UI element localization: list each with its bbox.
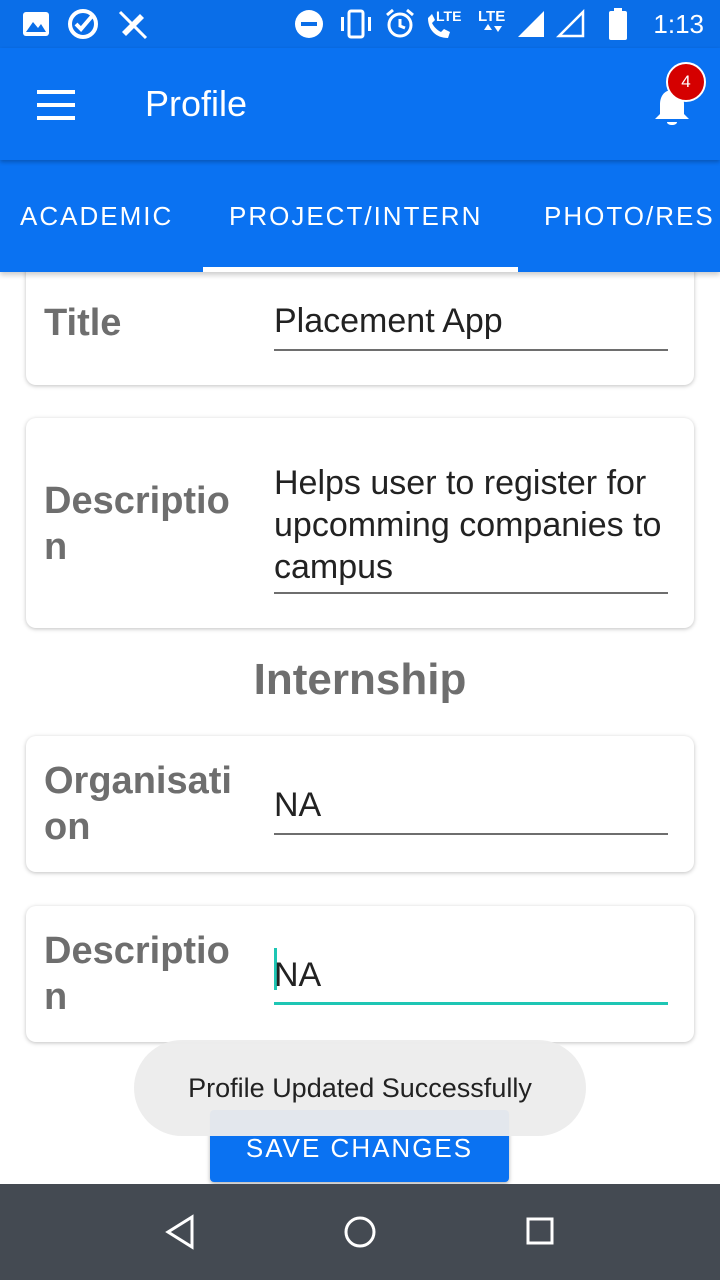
internship-description-label: Descriptio n <box>44 930 230 1018</box>
internship-heading: Internship <box>253 655 467 704</box>
project-title-underline <box>274 349 668 351</box>
internship-description-card: Descriptio n NA <box>26 906 694 1042</box>
check-badge-icon <box>66 0 100 48</box>
battery-icon <box>608 0 628 48</box>
project-description-underline <box>274 592 668 594</box>
organisation-label: Organisati on <box>44 760 232 848</box>
menu-icon[interactable] <box>37 90 75 120</box>
image-icon <box>22 0 50 48</box>
lte-label: LTE <box>436 8 462 24</box>
lte-call-icon: LTE <box>424 0 464 48</box>
recents-icon[interactable] <box>526 1217 554 1245</box>
organisation-underline <box>274 833 668 835</box>
organisation-card: Organisati on NA <box>26 736 694 872</box>
lte-data-label: LTE <box>478 8 506 25</box>
notification-badge[interactable]: 4 <box>666 62 706 102</box>
status-bar: LTE LTE 1:13 <box>0 0 720 48</box>
lte-data-icon: LTE <box>476 0 510 48</box>
project-description-card: Descriptio n Helps user to register for … <box>26 418 694 628</box>
project-description-label: Descriptio n <box>44 480 230 568</box>
internship-description-input[interactable]: NA <box>274 954 668 996</box>
tab-project-intern[interactable]: PROJECT/INTERN <box>229 160 482 272</box>
organisation-input[interactable]: NA <box>274 784 668 826</box>
alarm-icon <box>384 0 416 48</box>
do-not-disturb-icon <box>294 0 324 48</box>
tab-photo-resume[interactable]: PHOTO/RES <box>544 160 715 272</box>
navigation-bar <box>0 1184 720 1280</box>
internship-description-underline <box>274 1002 668 1005</box>
toast-message: Profile Updated Successfully <box>134 1040 586 1136</box>
signal-full-icon <box>516 0 546 48</box>
home-icon[interactable] <box>343 1215 377 1249</box>
back-icon[interactable] <box>164 1214 196 1250</box>
call-off-icon <box>114 0 150 48</box>
project-description-input[interactable]: Helps user to register for upcomming com… <box>274 462 668 588</box>
signal-empty-icon <box>556 0 586 48</box>
vibrate-icon <box>338 0 374 48</box>
tab-academic[interactable]: ACADEMIC <box>20 160 173 272</box>
app-bar: Profile <box>0 48 720 160</box>
status-time: 1:13 <box>653 9 704 39</box>
tab-bar: ACADEMIC PROJECT/INTERN PHOTO/RES <box>0 160 720 272</box>
tab-indicator <box>203 267 518 272</box>
page-title: Profile <box>145 83 248 124</box>
project-title-input[interactable]: Placement App <box>274 300 668 342</box>
project-title-label: Title <box>44 302 122 344</box>
